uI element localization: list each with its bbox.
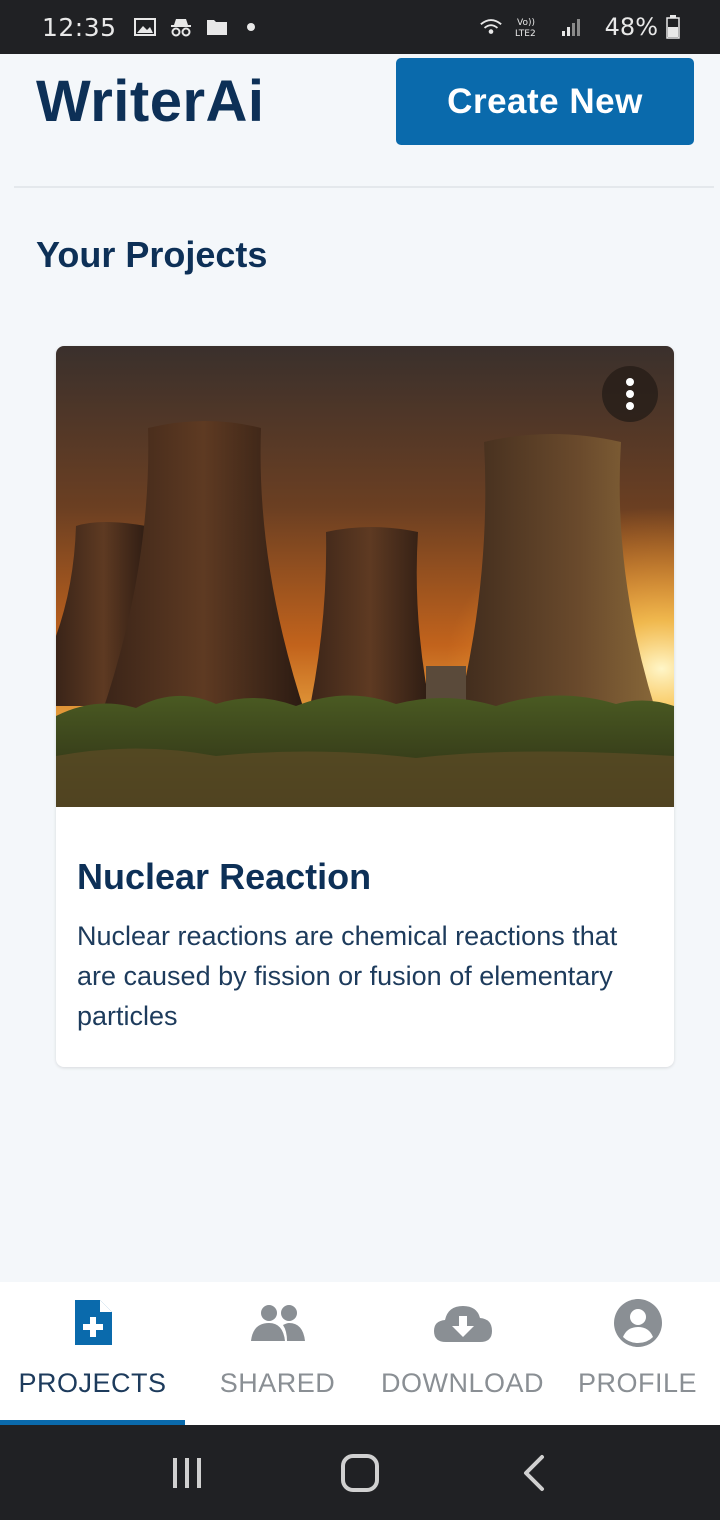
nav-item-projects[interactable]: PROJECTS [0,1282,185,1425]
project-title: Nuclear Reaction [77,856,372,897]
battery-icon [666,15,680,39]
notification-dot [246,23,255,31]
user-circle-icon [613,1296,663,1350]
nav-item-download[interactable]: DOWNLOAD [370,1282,555,1425]
battery-percent: 48% [604,13,658,41]
nav-item-profile[interactable]: PROFILE [555,1282,720,1425]
bottom-nav: PROJECTS SHARED DOWNLOAD PROFILE [0,1282,720,1425]
volte-icon: Vo)) LTE2 [515,17,547,38]
app-header: WriterAi Create New [0,54,720,187]
app-title: WriterAi [36,69,265,134]
more-vertical-icon-dot [626,402,634,410]
users-icon [249,1296,307,1350]
nav-label-download: DOWNLOAD [380,1368,544,1398]
svg-text:Vo)): Vo)) [517,18,535,28]
file-plus-icon [72,1296,114,1350]
card-more-menu-button[interactable] [602,366,658,422]
home-icon[interactable] [330,1443,390,1503]
header-divider [14,186,714,188]
recent-apps-icon[interactable] [157,1443,217,1503]
more-vertical-icon [626,378,634,386]
nav-label-projects: PROJECTS [18,1368,167,1398]
project-description: Nuclear reactions are chemical reactions… [77,921,618,1031]
back-icon[interactable] [503,1443,563,1503]
image-icon [133,17,157,37]
status-time: 12:35 [42,12,117,42]
nav-item-shared[interactable]: SHARED [185,1282,370,1425]
nav-label-shared: SHARED [219,1368,336,1398]
section-title: Your Projects [36,234,268,275]
project-image [56,346,674,807]
cloud-download-icon [432,1296,494,1350]
svg-text:LTE2: LTE2 [515,29,536,38]
status-bar: 12:35 Vo)) LTE2 48% [0,0,720,54]
status-right: Vo)) LTE2 48% [479,13,680,41]
incognito-icon [169,17,193,37]
signal-icon [559,17,583,37]
nav-label-profile: PROFILE [577,1368,698,1398]
status-left: 12:35 [42,13,255,42]
more-vertical-icon-dot [626,390,634,398]
project-card[interactable]: Nuclear Reaction Nuclear reactions are c… [56,346,674,1067]
wifi-icon [479,17,503,37]
system-nav-bar [0,1425,720,1520]
folder-icon [205,17,229,37]
create-new-button[interactable]: Create New [396,58,694,145]
